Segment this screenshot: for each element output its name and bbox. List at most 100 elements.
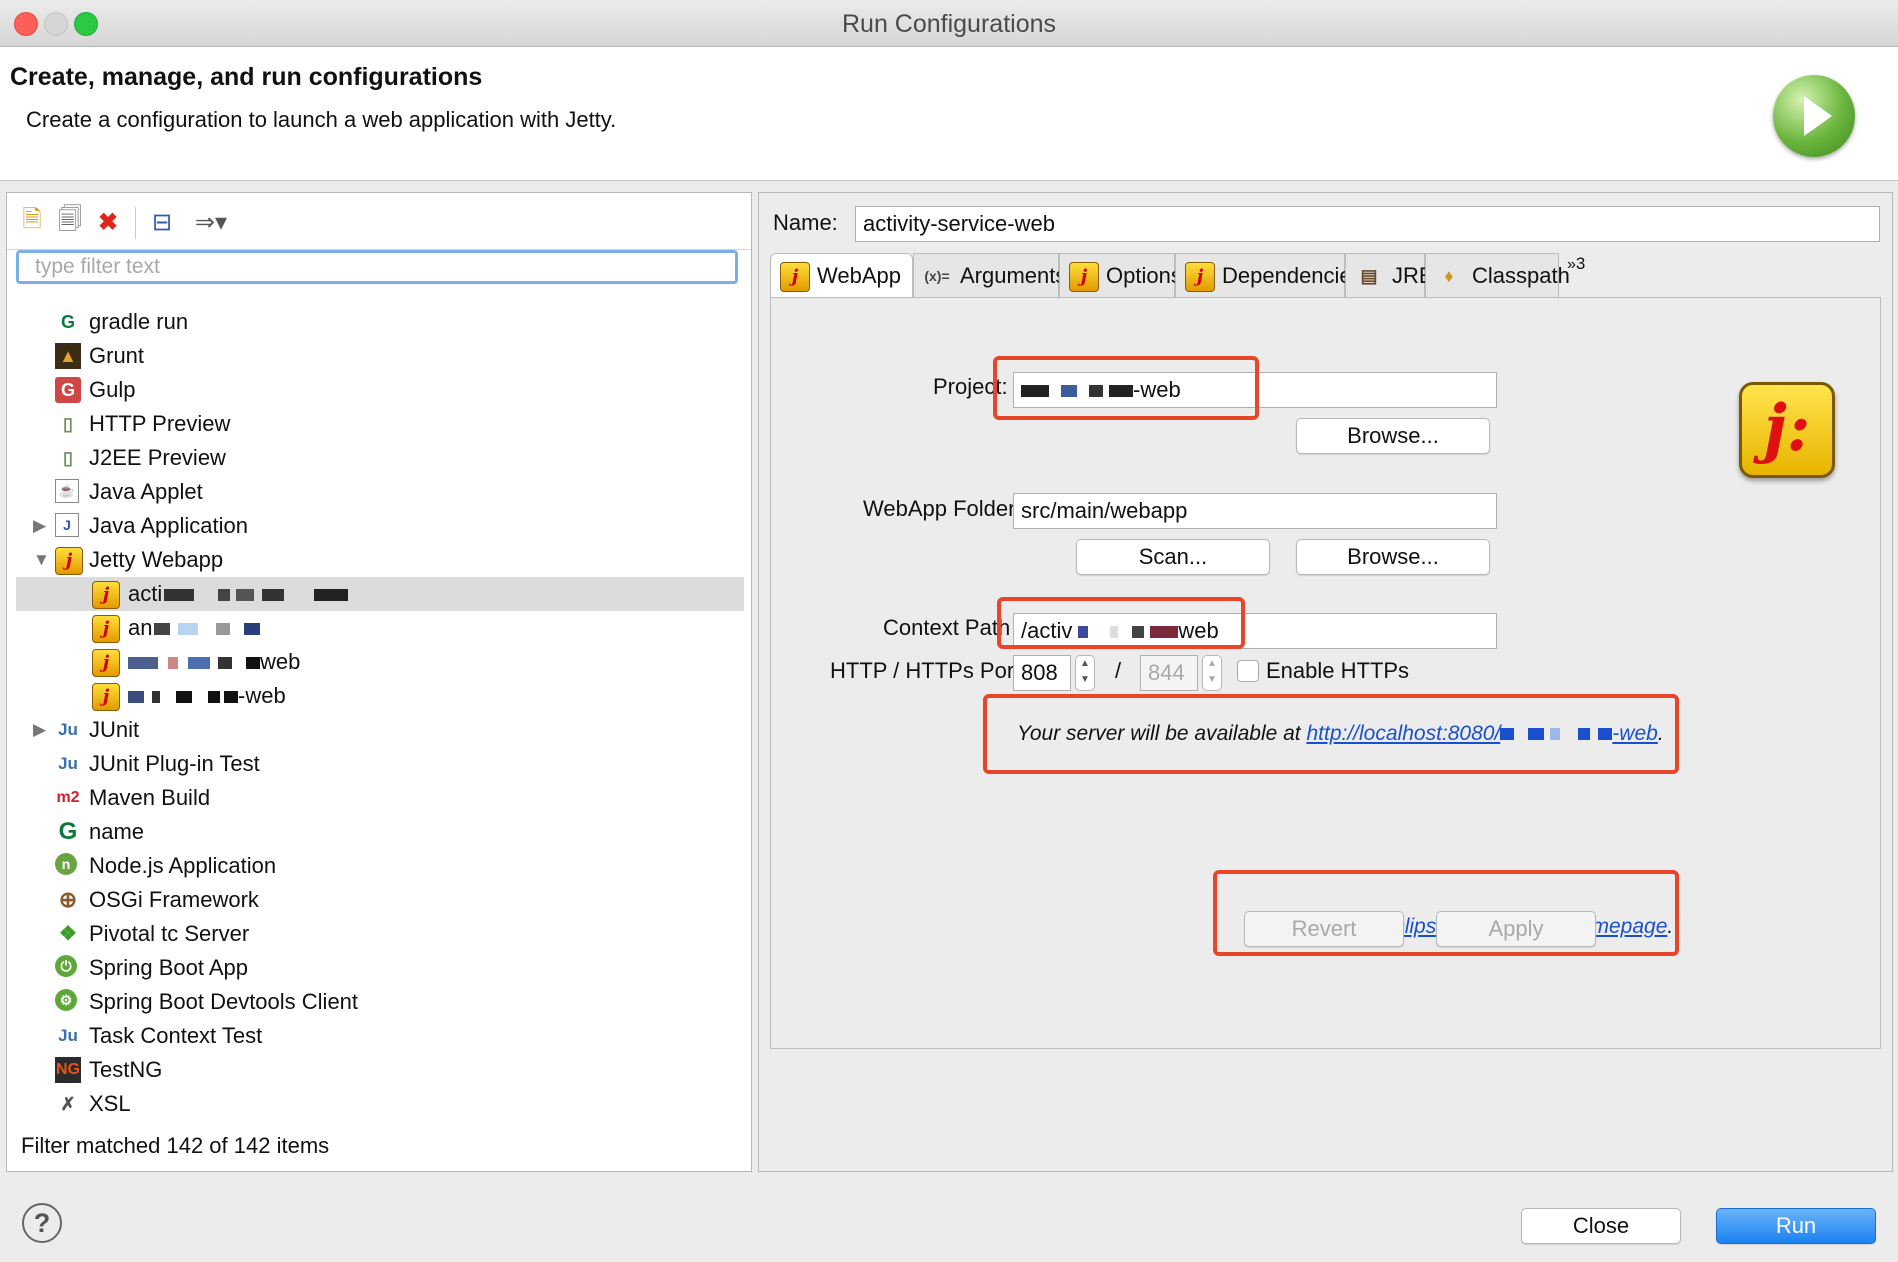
webapp-folder-browse-button[interactable]: Browse... (1296, 539, 1490, 575)
collapse-all-icon[interactable]: ⊟ (147, 207, 177, 237)
tab-jre[interactable]: ▤ JRE (1345, 253, 1434, 297)
tree-item-label: OSGi Framework (89, 887, 259, 912)
tree-item-junit[interactable]: ▶ Ju JUnit (7, 713, 751, 747)
jetty-icon: j (780, 262, 810, 292)
revert-button[interactable]: Revert (1244, 911, 1404, 947)
tree-item-pivotal-tc-server[interactable]: ❖ Pivotal tc Server (7, 917, 751, 951)
tree-item-junit-plugin-test[interactable]: Ju JUnit Plug-in Test (7, 747, 751, 781)
https-port-field[interactable]: 844 (1140, 655, 1198, 691)
run-button[interactable]: Run (1716, 1208, 1876, 1244)
tree-item-label: TestNG (89, 1057, 163, 1082)
tree-item-name[interactable]: G name (7, 815, 751, 849)
classpath-icon: ♦ (1444, 266, 1454, 286)
tree-item-label: name (89, 819, 145, 844)
tree-item-grunt[interactable]: ▲ Grunt (7, 339, 751, 373)
options-icon: j (1069, 262, 1099, 292)
expand-arrow-icon[interactable]: ▶ (33, 509, 49, 543)
http-preview-icon: ▯ (63, 414, 73, 434)
project-browse-button[interactable]: Browse... (1296, 418, 1490, 454)
scan-button[interactable]: Scan... (1076, 539, 1270, 575)
tree-item-java-applet[interactable]: ☕ Java Applet (7, 475, 751, 509)
tree-item-j2ee-preview[interactable]: ▯ J2EE Preview (7, 441, 751, 475)
spring-boot-icon: ⏻ (55, 955, 77, 977)
tree-item-maven-build[interactable]: m2 Maven Build (7, 781, 751, 815)
filter-field[interactable] (16, 250, 738, 284)
expand-arrow-icon[interactable]: ▶ (33, 713, 49, 747)
config-editor-panel: Name: activity-service-web j WebApp (x)= A… (758, 192, 1893, 1172)
jetty-logo-icon: j: (1739, 382, 1835, 478)
apply-button[interactable]: Apply (1436, 911, 1596, 947)
tab-classpath[interactable]: ♦ Classpath (1425, 253, 1570, 297)
name-field[interactable]: activity-service-web (855, 206, 1880, 242)
tree-item-xsl[interactable]: ✗ XSL (7, 1087, 751, 1121)
dialog-header: Create, manage, and run configurations C… (0, 47, 1898, 181)
tree-item-label: XSL (89, 1091, 131, 1116)
enable-https-label: Enable HTTPs (1266, 658, 1410, 683)
tree-item-label: Java Application (89, 513, 248, 538)
tree-item-http-preview[interactable]: ▯ HTTP Preview (7, 407, 751, 441)
config-tree-panel: 🗎 🗐 ✖ ⊟ ⇒▾ G gradle run ▲ Grunt G Gulp ▯… (6, 192, 752, 1172)
tree-item-jetty-config-selected[interactable]: j acti (16, 577, 744, 611)
junit-plugin-icon: Ju (58, 754, 78, 773)
http-port-field[interactable]: 808 (1013, 655, 1071, 691)
nodejs-icon: n (55, 853, 77, 875)
tree-item-jetty-config-4[interactable]: j -web (7, 679, 751, 713)
delete-icon[interactable]: ✖ (93, 207, 123, 237)
tree-item-label: JUnit (89, 717, 140, 742)
tab-overflow-button[interactable]: »3 (1567, 253, 1603, 297)
java-application-icon: J (55, 513, 79, 537)
grunt-icon: ▲ (55, 343, 81, 369)
tree-item-label: web (128, 645, 300, 679)
context-path-label: Context Path (883, 615, 1011, 640)
filter-input[interactable] (19, 253, 735, 281)
tree-item-java-application[interactable]: ▶ J Java Application (7, 509, 751, 543)
xsl-icon: ✗ (60, 1094, 76, 1114)
j2ee-preview-icon: ▯ (63, 448, 73, 468)
tree-item-label: Gulp (89, 377, 136, 402)
tree-item-label: JUnit Plug-in Test (89, 751, 260, 776)
jre-icon: ▤ (1360, 266, 1378, 286)
osgi-icon: ⊕ (58, 887, 78, 912)
tree-item-spring-boot-app[interactable]: ⏻ Spring Boot App (7, 951, 751, 985)
tree-item-task-context-test[interactable]: Ju Task Context Test (7, 1019, 751, 1053)
http-port-stepper[interactable]: ▲ ▼ (1075, 655, 1095, 691)
title-bar: Run Configurations (0, 0, 1898, 47)
duplicate-icon[interactable]: 🗐 (55, 206, 85, 237)
help-icon[interactable]: ? (22, 1203, 62, 1243)
filter-icon[interactable]: ⇒▾ (187, 207, 235, 237)
testng-icon: NG (55, 1057, 81, 1083)
jetty-icon: j (92, 615, 120, 643)
close-button[interactable]: Close (1521, 1208, 1681, 1244)
tree-item-gulp[interactable]: G Gulp (7, 373, 751, 407)
new-config-icon[interactable]: 🗎 (17, 206, 47, 237)
tree-item-spring-boot-devtools-client[interactable]: ⚙ Spring Boot Devtools Client (7, 985, 751, 1019)
tree-item-nodejs-application[interactable]: n Node.js Application (7, 849, 751, 883)
tab-webapp[interactable]: j WebApp (770, 253, 913, 297)
tree-item-jetty-config-3[interactable]: j web (7, 645, 751, 679)
config-tree: G gradle run ▲ Grunt G Gulp ▯ HTTP Previ… (7, 305, 751, 1125)
tree-item-osgi-framework[interactable]: ⊕ OSGi Framework (7, 883, 751, 917)
tree-item-label: gradle run (89, 309, 189, 334)
tab-options[interactable]: j Options (1059, 253, 1182, 297)
server-url-link[interactable]: http://localhost:8080/-web (1306, 722, 1657, 745)
gradle-name-icon: G (58, 818, 78, 845)
enable-https-checkbox[interactable] (1237, 660, 1259, 682)
collapse-arrow-icon[interactable]: ▼ (33, 543, 50, 577)
tab-arguments[interactable]: (x)= Arguments (913, 253, 1066, 297)
gulp-icon: G (55, 377, 81, 403)
server-availability-text: Your server will be available at http://… (1017, 722, 1664, 745)
tree-item-gradle-run[interactable]: G gradle run (7, 305, 751, 339)
tree-item-jetty-webapp[interactable]: ▼ j Jetty Webapp (7, 543, 751, 577)
https-port-stepper[interactable]: ▲ ▼ (1202, 655, 1222, 691)
tree-item-label: Spring Boot App (89, 955, 249, 980)
jetty-icon: j (92, 649, 120, 677)
tree-item-testng[interactable]: NG TestNG (7, 1053, 751, 1087)
webapp-folder-field[interactable]: src/main/webapp (1013, 493, 1497, 529)
tree-item-label: Pivotal tc Server (89, 921, 250, 946)
tree-item-jetty-config-2[interactable]: j an (7, 611, 751, 645)
jetty-icon: j (55, 547, 83, 575)
run-icon (1773, 75, 1855, 157)
tab-dependencies[interactable]: j Dependencies (1175, 253, 1363, 297)
tab-bar: j WebApp (x)= Arguments j Options j Dependen… (770, 253, 1881, 298)
port-separator: / (1115, 658, 1122, 683)
